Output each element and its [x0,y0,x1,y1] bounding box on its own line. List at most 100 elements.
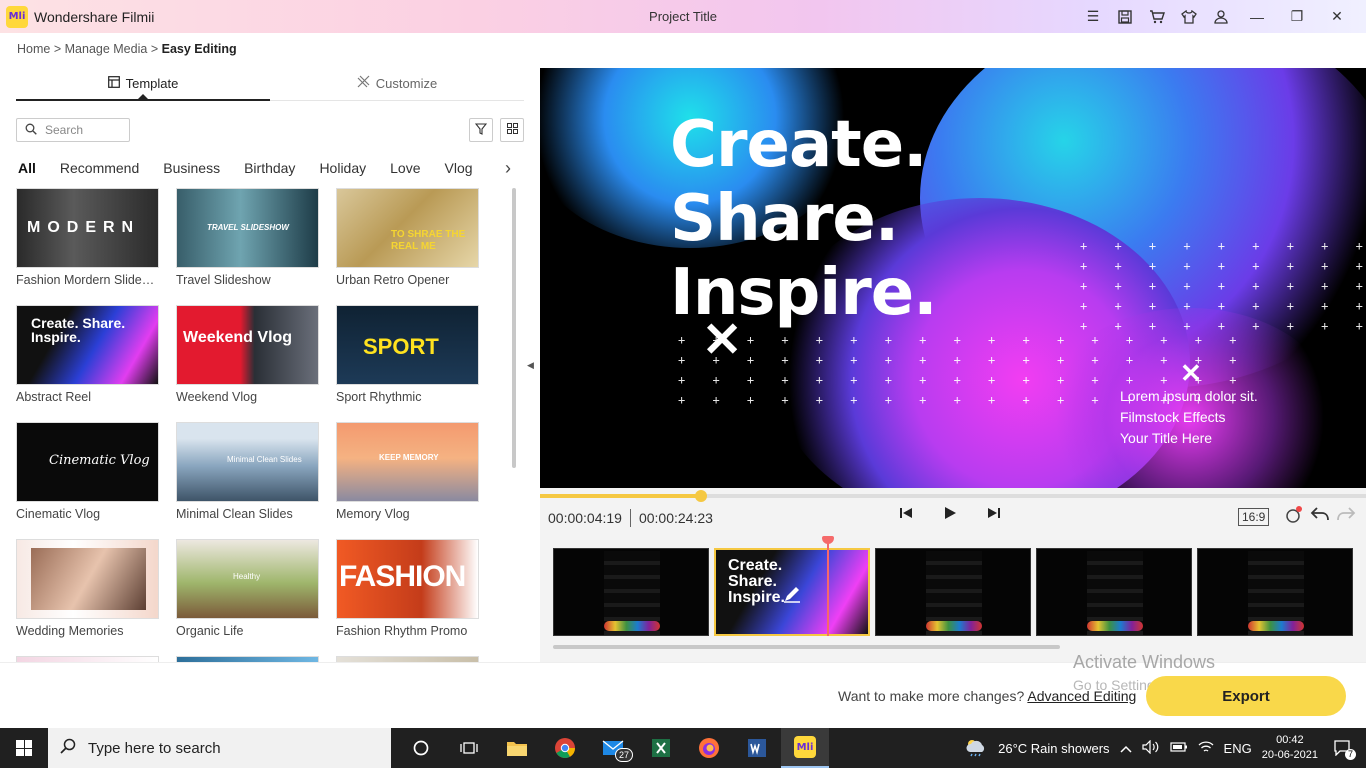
filter-button[interactable] [469,118,493,142]
taskbar-search[interactable]: Type here to search [48,728,391,768]
save-icon[interactable] [1114,6,1136,28]
volume-icon[interactable] [1141,739,1160,757]
template-card[interactable]: Create. Share. Inspire. Abstract Reel [16,305,159,404]
template-card[interactable]: SPORT Sport Rhythmic [336,305,479,404]
weather-icon[interactable] [964,737,988,760]
template-card[interactable]: Cinematic Vlog Cinematic Vlog [16,422,159,521]
template-card[interactable]: TO SHRAE THE REAL ME Urban Retro Opener [336,188,479,287]
template-card[interactable]: Minimal Clean Slides Minimal Clean Slide… [176,422,319,521]
timeline-clip[interactable] [1036,548,1192,636]
advanced-editing-link[interactable]: Advanced Editing [1027,688,1136,704]
chevron-up-icon[interactable] [1120,741,1132,756]
firefox-icon[interactable] [685,728,733,768]
language-indicator[interactable]: ENG [1224,741,1252,756]
template-card[interactable]: Wedding Memories [16,539,159,638]
template-card[interactable]: TRAVEL SLIDESHOW Travel Slideshow [176,188,319,287]
template-thumbnail[interactable]: Healthy [176,539,319,619]
restore-button[interactable]: ❐ [1282,6,1312,28]
shirt-icon[interactable] [1178,6,1200,28]
skip-forward-icon[interactable] [984,506,1004,525]
search-input[interactable]: Search [16,118,130,142]
template-thumbnail[interactable]: KEEP MEMORY [336,422,479,502]
chrome-icon[interactable] [541,728,589,768]
template-thumbnail[interactable]: TRAVEL SLIDESHOW [176,188,319,268]
category-all[interactable]: All [18,160,36,180]
template-thumbnail[interactable]: FASHION [336,539,479,619]
edit-icon[interactable] [782,584,802,607]
play-icon[interactable] [940,506,960,525]
category-row: All Recommend Business Birthday Holiday … [18,160,497,180]
notification-icon[interactable]: 7 [1328,736,1356,760]
filmii-icon: Mli [794,736,816,758]
clip-thumbnail [604,551,660,635]
cart-icon[interactable] [1146,6,1168,28]
template-card[interactable]: Weekend Vlog Weekend Vlog [176,305,319,404]
template-card[interactable]: MODERN Fashion Mordern Slidesh... [16,188,159,287]
task-view-icon[interactable] [445,728,493,768]
category-holiday[interactable]: Holiday [319,160,366,180]
user-icon[interactable] [1210,6,1232,28]
template-label: Sport Rhythmic [336,390,422,404]
start-button[interactable] [0,728,48,768]
template-thumbnail[interactable]: MODERN [16,188,159,268]
wifi-icon[interactable] [1198,740,1214,757]
template-icon [107,75,120,91]
template-thumbnail[interactable]: SPORT [336,305,479,385]
activate-windows-watermark: Activate Windows [1073,652,1216,672]
filmii-taskbar-icon[interactable]: Mli [781,728,829,768]
progress-knob[interactable] [695,490,708,502]
template-thumbnail[interactable] [16,539,159,619]
playback-progress[interactable] [540,490,1366,502]
word-icon[interactable] [733,728,781,768]
template-thumbnail[interactable]: Cinematic Vlog [16,422,159,502]
template-card[interactable]: FASHION Fashion Rhythm Promo [336,539,479,638]
category-recommend[interactable]: Recommend [60,160,139,180]
cortana-icon[interactable] [397,728,445,768]
file-explorer-icon[interactable] [493,728,541,768]
tab-customize[interactable]: Customize [270,66,524,100]
template-scrollbar[interactable] [512,188,516,468]
template-thumbnail[interactable]: Weekend Vlog [176,305,319,385]
template-card[interactable]: KEEP MEMORY Memory Vlog [336,422,479,521]
grid-view-button[interactable] [500,118,524,142]
record-icon[interactable] [1284,505,1304,530]
template-thumbnail[interactable]: Minimal Clean Slides [176,422,319,502]
breadcrumb-manage-media[interactable]: Manage Media [65,42,148,56]
weather-text[interactable]: 26°C Rain showers [998,741,1109,756]
chevron-right-icon[interactable]: › [505,158,511,179]
menu-icon[interactable]: ☰ [1082,6,1104,28]
timeline-scrollbar[interactable] [553,645,1060,649]
timeline-clip-active[interactable]: Create. Share. Inspire. [714,548,870,636]
template-thumbnail[interactable]: TO SHRAE THE REAL ME [336,188,479,268]
close-button[interactable]: ✕ [1322,6,1352,28]
timeline-clip[interactable] [875,548,1031,636]
undo-icon[interactable] [1310,505,1330,530]
tab-template[interactable]: Template [16,66,270,101]
category-business[interactable]: Business [163,160,220,180]
battery-icon[interactable] [1169,741,1188,756]
mail-icon[interactable]: 27 [589,728,637,768]
redo-icon[interactable] [1336,505,1356,530]
customize-icon [357,75,370,91]
export-button[interactable]: Export [1146,676,1346,716]
skip-back-icon[interactable] [896,506,916,525]
thumb-text: Weekend Vlog [183,329,293,346]
thumb-text: SPORT [363,334,439,359]
category-love[interactable]: Love [390,160,420,180]
timeline-clip[interactable] [1197,548,1353,636]
timeline-clip[interactable] [553,548,709,636]
breadcrumb-home[interactable]: Home [17,42,50,56]
video-preview[interactable]: + + + + + + + + + + + + + + + + + + + + … [540,68,1366,488]
template-card[interactable]: Healthy Organic Life [176,539,319,638]
preview-caption3: Your Title Here [1120,430,1213,446]
aspect-ratio-button[interactable]: 16:9 [1238,508,1270,526]
category-vlog[interactable]: Vlog [445,160,473,180]
thumb-text: Healthy [233,572,261,581]
category-birthday[interactable]: Birthday [244,160,295,180]
clock[interactable]: 00:42 20-06-2021 [1262,733,1318,763]
timeline-playhead[interactable] [822,536,834,636]
collapse-panel-icon[interactable]: ◀ [527,360,534,371]
minimize-button[interactable]: — [1242,6,1272,28]
template-thumbnail[interactable]: Create. Share. Inspire. [16,305,159,385]
excel-icon[interactable] [637,728,685,768]
